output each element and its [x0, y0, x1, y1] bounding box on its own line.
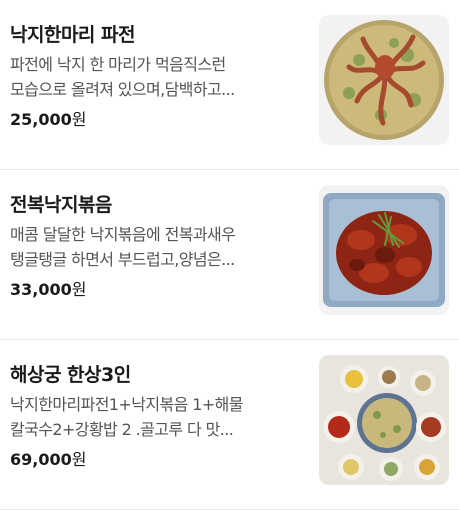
menu-list: 낙지한마리 파전 파전에 낙지 한 마리가 먹음직스런 모습으로 올려져 있으며… — [0, 0, 459, 510]
description-line: 칼국수2+강황밥 2 .골고루 다 맛... — [10, 420, 234, 439]
price-unit: 원 — [71, 450, 87, 469]
stir-fried-octopus-image — [319, 185, 449, 315]
menu-item-info: 해상궁 한상3인 낙지한마리파전1+낙지볶음 1+해물 칼국수2+강황밥 2 .… — [10, 362, 306, 471]
description-line: 매콤 달달한 낙지볶음에 전복과새우 — [10, 225, 236, 244]
menu-item-price: 33,000원 — [10, 279, 306, 301]
menu-item[interactable]: 전복낙지볶음 매콤 달달한 낙지볶음에 전복과새우 탱글탱글 하면서 부드럽고,… — [0, 170, 459, 340]
menu-item-image[interactable] — [319, 15, 449, 145]
price-unit: 원 — [71, 110, 87, 129]
menu-item-info: 낙지한마리 파전 파전에 낙지 한 마리가 먹음직스런 모습으로 올려져 있으며… — [10, 22, 306, 131]
menu-item-image[interactable] — [319, 355, 449, 485]
description-line: 파전에 낙지 한 마리가 먹음직스런 — [10, 55, 226, 74]
menu-item[interactable]: 낙지한마리 파전 파전에 낙지 한 마리가 먹음직스런 모습으로 올려져 있으며… — [0, 0, 459, 170]
octopus-pancake-image — [319, 15, 449, 145]
menu-item-name: 전복낙지볶음 — [10, 194, 112, 216]
menu-item-image[interactable] — [319, 185, 449, 315]
menu-item-name: 낙지한마리 파전 — [10, 24, 135, 46]
price-amount: 25,000 — [10, 110, 72, 129]
set-meal-table-image — [319, 355, 449, 485]
menu-item-description: 매콤 달달한 낙지볶음에 전복과새우 탱글탱글 하면서 부드럽고,양념은... — [10, 222, 306, 272]
menu-item-description: 파전에 낙지 한 마리가 먹음직스런 모습으로 올려져 있으며,담백하고... — [10, 52, 306, 102]
description-line: 탱글탱글 하면서 부드럽고,양념은... — [10, 250, 235, 269]
price-amount: 69,000 — [10, 450, 72, 469]
description-line: 모습으로 올려져 있으며,담백하고... — [10, 80, 235, 99]
menu-item-info: 전복낙지볶음 매콤 달달한 낙지볶음에 전복과새우 탱글탱글 하면서 부드럽고,… — [10, 192, 306, 301]
price-amount: 33,000 — [10, 280, 72, 299]
menu-item-name: 해상궁 한상3인 — [10, 364, 131, 386]
menu-item[interactable]: 해상궁 한상3인 낙지한마리파전1+낙지볶음 1+해물 칼국수2+강황밥 2 .… — [0, 340, 459, 510]
description-line: 낙지한마리파전1+낙지볶음 1+해물 — [10, 395, 243, 414]
menu-item-price: 25,000원 — [10, 109, 306, 131]
price-unit: 원 — [71, 280, 87, 299]
menu-item-description: 낙지한마리파전1+낙지볶음 1+해물 칼국수2+강황밥 2 .골고루 다 맛..… — [10, 392, 306, 442]
menu-item-price: 69,000원 — [10, 449, 306, 471]
